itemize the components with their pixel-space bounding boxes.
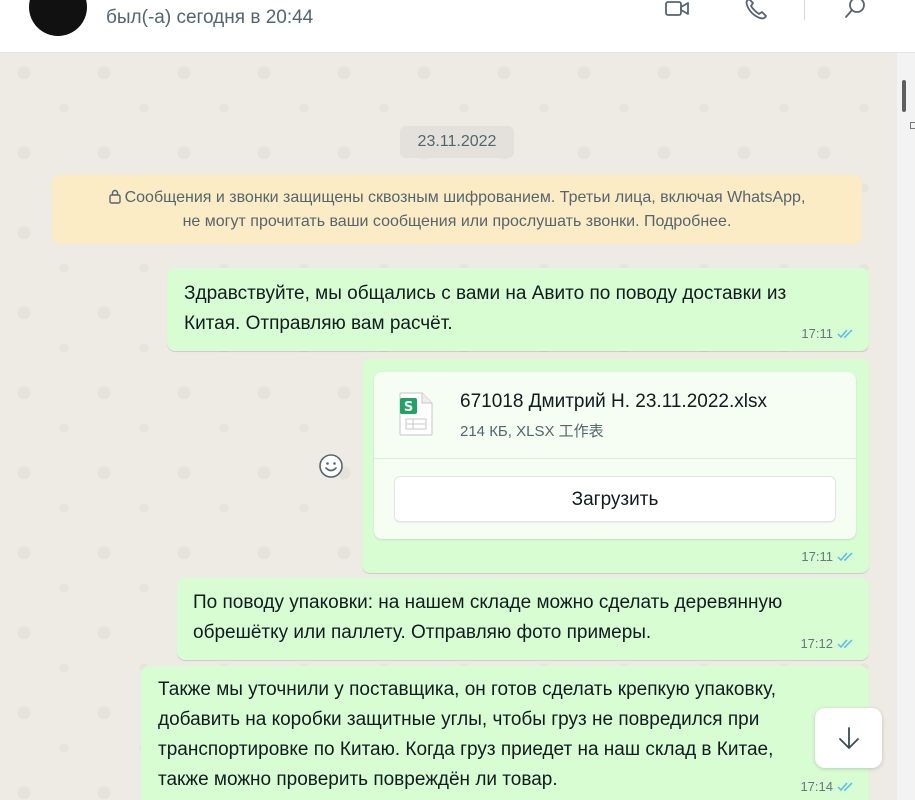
date-chip: 23.11.2022 — [400, 126, 514, 158]
read-ticks-icon — [837, 639, 853, 649]
message-text: добавить на коробки защитные углы, чтобы… — [158, 709, 760, 730]
file-meta: 214 КБ, XLSX 工作表 — [460, 423, 604, 440]
message-meta: 17:11 — [801, 549, 855, 564]
lock-icon — [108, 189, 121, 204]
message-meta: 17:14 — [800, 779, 855, 794]
message-text: Китая. Отправляю вам расчёт. — [184, 313, 453, 334]
message-time: 17:12 — [800, 636, 833, 651]
avatar[interactable] — [29, 0, 87, 36]
message-bubble[interactable]: Здравствуйте, мы общались с вами на Авит… — [167, 268, 869, 351]
message-text: По поводу упаковки: на нашем складе можн… — [193, 592, 783, 613]
message-bubble[interactable]: Также мы уточнили у поставщика, он готов… — [141, 666, 869, 800]
search-icon[interactable] — [842, 0, 870, 24]
scrollbar-thumb[interactable] — [902, 80, 906, 112]
file-name: 671018 Дмитрий Н. 23.11.2022.xlsx — [460, 391, 767, 412]
encryption-line-1: Сообщения и звонки защищены сквозным шиф… — [52, 186, 862, 210]
message-meta: 17:12 — [800, 636, 855, 651]
message-text: Также мы уточнили у поставщика, он готов… — [158, 679, 776, 700]
spreadsheet-file-icon: S — [399, 392, 433, 436]
message-time: 17:11 — [801, 326, 833, 341]
file-attachment-card[interactable]: S 671018 Дмитрий Н. 23.11.2022.xlsx 214 … — [374, 372, 856, 539]
download-button[interactable]: Загрузить — [394, 476, 836, 522]
header-divider — [804, 0, 805, 20]
encryption-notice[interactable]: Сообщения и звонки защищены сквозным шиф… — [52, 175, 862, 244]
message-text: транспортировке по Китаю. Когда груз при… — [158, 739, 774, 760]
message-text: обрешётку или паллету. Отправляю фото пр… — [193, 622, 652, 643]
read-ticks-icon — [837, 782, 853, 792]
message-text: также можно проверить повреждён ли товар… — [158, 769, 558, 790]
last-seen-status: был(-а) сегодня в 20:44 — [106, 7, 314, 28]
file-info[interactable]: S 671018 Дмитрий Н. 23.11.2022.xlsx 214 … — [374, 372, 856, 458]
video-call-icon[interactable] — [663, 0, 691, 24]
message-bubble[interactable]: По поводу упаковки: на нашем складе можн… — [177, 578, 869, 660]
scrollbar-track[interactable] — [897, 53, 915, 800]
message-meta: 17:11 — [801, 326, 855, 341]
svg-text:S: S — [404, 400, 413, 415]
scroll-to-bottom-button[interactable] — [815, 708, 882, 768]
read-ticks-icon — [837, 552, 853, 562]
encryption-text-1: Сообщения и звонки защищены сквозным шиф… — [124, 189, 806, 206]
message-time: 17:11 — [801, 549, 833, 564]
divider — [374, 458, 856, 459]
window-edge-marker — [910, 122, 915, 129]
chat-header: был(-а) сегодня в 20:44 — [0, 0, 915, 53]
encryption-line-2: не могут прочитать ваши сообщения или пр… — [182, 213, 732, 230]
message-text: Здравствуйте, мы общались с вами на Авит… — [184, 283, 787, 304]
read-ticks-icon — [837, 329, 853, 339]
message-time: 17:14 — [800, 779, 833, 794]
arrow-down-icon — [838, 727, 859, 749]
emoji-reaction-icon[interactable] — [317, 452, 345, 480]
voice-call-icon[interactable] — [741, 0, 769, 24]
